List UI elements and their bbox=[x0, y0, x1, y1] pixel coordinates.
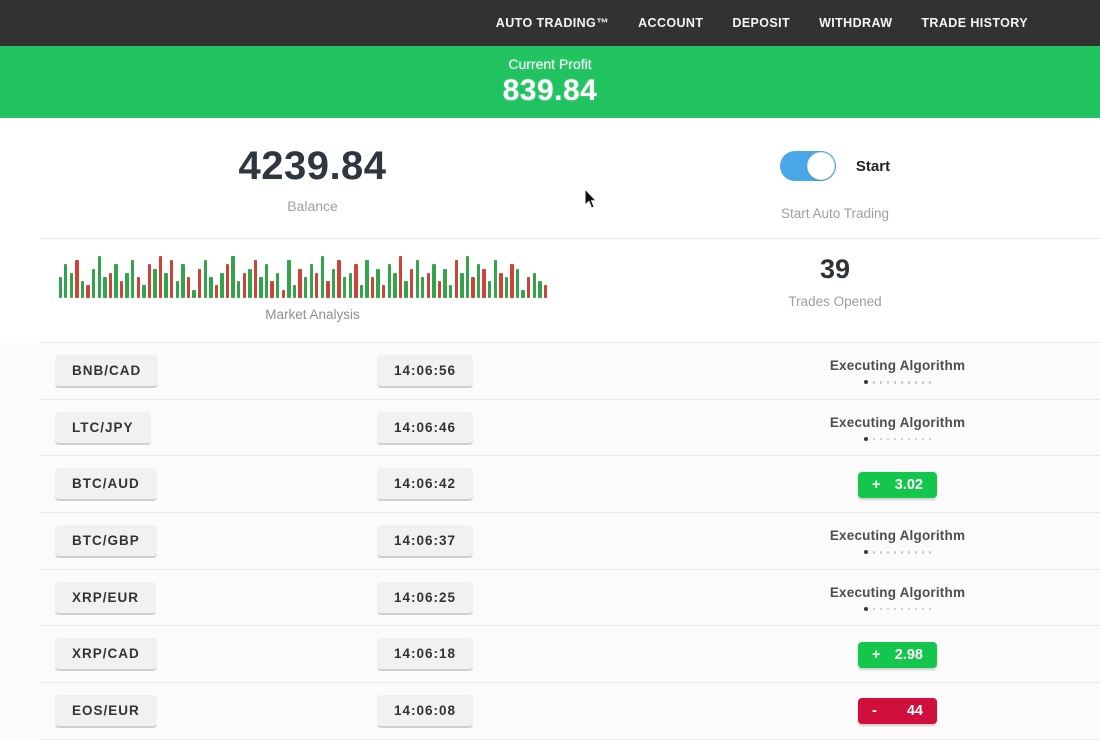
balance-value: 4239.84 bbox=[238, 144, 386, 189]
time-chip: 14:06:25 bbox=[377, 582, 473, 615]
nav-menu-item[interactable]: ACCOUNT bbox=[638, 16, 703, 30]
badge-sign: + bbox=[872, 477, 880, 493]
badge-sign: + bbox=[872, 647, 880, 663]
badge-value: 3.02 bbox=[895, 477, 923, 493]
status-executing: Executing Algorithm bbox=[830, 358, 965, 384]
nav-menu-item[interactable]: DEPOSIT bbox=[732, 16, 790, 30]
table-row: BNB/CAD 14:06:56 Executing Algorithm bbox=[0, 343, 1100, 400]
auto-trading-toggle[interactable] bbox=[780, 151, 836, 181]
balance-label: Balance bbox=[287, 198, 338, 214]
pair-chip[interactable]: BTC/AUD bbox=[55, 468, 157, 501]
nav-menu-item[interactable]: AUTO TRADING™ bbox=[496, 16, 609, 30]
table-row: BTC/GBP 14:06:37 Executing Algorithm bbox=[0, 513, 1100, 570]
table-row: EOS/EUR 14:06:08 - 44 bbox=[0, 683, 1100, 740]
result-badge: + 2.98 bbox=[858, 642, 937, 668]
progress-dots bbox=[864, 437, 931, 441]
progress-dots bbox=[864, 380, 931, 384]
time-chip: 14:06:46 bbox=[377, 412, 473, 445]
time-chip: 14:06:37 bbox=[377, 525, 473, 558]
table-row: LTC/JPY 14:06:46 Executing Algorithm bbox=[0, 400, 1100, 457]
progress-dots bbox=[864, 607, 931, 611]
time-chip: 14:06:08 bbox=[377, 695, 473, 728]
trades-opened-label: Trades Opened bbox=[788, 294, 881, 309]
market-analysis-chart bbox=[59, 256, 567, 298]
status-label: Executing Algorithm bbox=[830, 415, 965, 430]
top-navbar: AUTO TRADING™ ACCOUNT DEPOSIT WITHDRAW T… bbox=[0, 0, 1100, 46]
time-chip: 14:06:56 bbox=[377, 355, 473, 388]
status-executing: Executing Algorithm bbox=[830, 415, 965, 441]
current-profit-value: 839.84 bbox=[503, 74, 598, 108]
status-label: Executing Algorithm bbox=[830, 528, 965, 543]
toggle-start-label: Start bbox=[856, 158, 890, 175]
start-auto-trading-label: Start Auto Trading bbox=[781, 206, 889, 221]
toggle-knob bbox=[807, 152, 835, 180]
nav-menu-item[interactable]: WITHDRAW bbox=[819, 16, 892, 30]
pair-chip[interactable]: XRP/EUR bbox=[55, 582, 156, 615]
pair-chip[interactable]: BNB/CAD bbox=[55, 355, 158, 388]
time-chip: 14:06:42 bbox=[377, 468, 473, 501]
nav-menu-item[interactable]: TRADE HISTORY bbox=[921, 16, 1028, 30]
pair-chip[interactable]: LTC/JPY bbox=[55, 412, 151, 445]
pair-chip[interactable]: EOS/EUR bbox=[55, 695, 157, 728]
trades-opened-value: 39 bbox=[820, 254, 850, 285]
time-chip: 14:06:18 bbox=[377, 638, 473, 671]
status-executing: Executing Algorithm bbox=[830, 528, 965, 554]
analysis-row: Market Analysis 39 Trades Opened bbox=[0, 239, 1100, 342]
trades-table: BNB/CAD 14:06:56 Executing Algorithm LTC… bbox=[0, 343, 1100, 740]
profit-banner: Current Profit 839.84 bbox=[0, 46, 1100, 118]
status-executing: Executing Algorithm bbox=[830, 585, 965, 611]
summary-row: 4239.84 Balance Start Start Auto Trading bbox=[0, 118, 1100, 238]
status-label: Executing Algorithm bbox=[830, 358, 965, 373]
table-row: BTC/AUD 14:06:42 + 3.02 bbox=[0, 456, 1100, 513]
badge-value: 2.98 bbox=[895, 647, 923, 663]
result-badge: + 3.02 bbox=[858, 472, 937, 498]
badge-sign: - bbox=[872, 703, 877, 719]
progress-dots bbox=[864, 550, 931, 554]
table-row: XRP/EUR 14:06:25 Executing Algorithm bbox=[0, 570, 1100, 627]
badge-value: 44 bbox=[907, 703, 923, 719]
table-row: XRP/CAD 14:06:18 + 2.98 bbox=[0, 626, 1100, 683]
current-profit-label: Current Profit bbox=[508, 56, 591, 72]
result-badge: - 44 bbox=[858, 698, 937, 724]
pair-chip[interactable]: XRP/CAD bbox=[55, 638, 157, 671]
pair-chip[interactable]: BTC/GBP bbox=[55, 525, 157, 558]
status-label: Executing Algorithm bbox=[830, 585, 965, 600]
market-analysis-label: Market Analysis bbox=[265, 307, 360, 322]
